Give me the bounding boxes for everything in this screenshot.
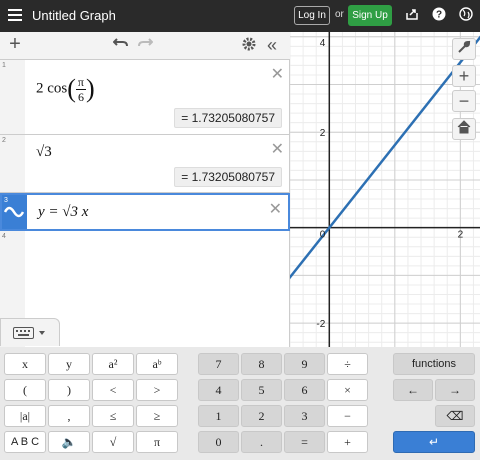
- y-key[interactable]: y: [48, 353, 90, 375]
- abs-key[interactable]: |a|: [4, 405, 46, 427]
- login-button[interactable]: Log In: [294, 6, 330, 25]
- zoom-in-button[interactable]: +: [452, 65, 476, 87]
- menu-icon[interactable]: [8, 9, 22, 21]
- svg-text:?: ?: [436, 10, 442, 21]
- redo-icon[interactable]: [136, 36, 154, 54]
- x-tick-label: 2: [458, 230, 464, 241]
- y-tick-label: -2: [316, 319, 325, 330]
- row-number: 3: [4, 197, 8, 204]
- keypad-key-2[interactable]: 9: [284, 353, 325, 375]
- keypad-key-8[interactable]: 1: [198, 405, 239, 427]
- top-bar: Untitled Graph Log In or Sign Up ?: [0, 0, 480, 32]
- keypad-key-10[interactable]: 3: [284, 405, 325, 427]
- a-power-key[interactable]: aᵇ: [136, 353, 178, 375]
- keypad-key-3[interactable]: ÷: [327, 353, 368, 375]
- keypad-key-13[interactable]: .: [241, 431, 282, 453]
- backspace-key[interactable]: ⌫: [435, 405, 475, 427]
- keypad-key-14[interactable]: =: [284, 431, 325, 453]
- keypad-key-7[interactable]: ×: [327, 379, 368, 401]
- keypad-key-0[interactable]: 7: [198, 353, 239, 375]
- pi-key[interactable]: π: [136, 431, 178, 453]
- wrench-icon[interactable]: [452, 38, 476, 60]
- comma-key[interactable]: ,: [48, 405, 90, 427]
- row-gutter: 1: [0, 60, 25, 134]
- keypad-key-6[interactable]: 6: [284, 379, 325, 401]
- keyboard-toggle-button[interactable]: [0, 318, 60, 346]
- row-number: 2: [2, 137, 6, 144]
- left-paren-key[interactable]: (: [4, 379, 46, 401]
- row-number: 4: [2, 233, 6, 240]
- zoom-out-button[interactable]: −: [452, 90, 476, 112]
- right-arrow-key[interactable]: →: [435, 379, 475, 401]
- graph-style-icon[interactable]: [4, 204, 24, 220]
- expression-math[interactable]: y = √3 x: [38, 204, 88, 221]
- help-icon[interactable]: ?: [431, 7, 447, 23]
- signup-button[interactable]: Sign Up: [348, 5, 392, 26]
- expression-math[interactable]: 2 cos(π 6): [36, 74, 95, 104]
- x-tick-label: 0: [320, 230, 326, 241]
- row-gutter: 2: [0, 135, 25, 192]
- x-key[interactable]: x: [4, 353, 46, 375]
- greater-equal-key[interactable]: ≥: [136, 405, 178, 427]
- or-label: or: [335, 9, 344, 20]
- keypad-key-11[interactable]: −: [327, 405, 368, 427]
- keypad-key-5[interactable]: 5: [241, 379, 282, 401]
- left-arrow-key[interactable]: ←: [393, 379, 433, 401]
- greater-than-key[interactable]: >: [136, 379, 178, 401]
- keypad-key-12[interactable]: 0: [198, 431, 239, 453]
- sqrt-key[interactable]: √: [92, 431, 134, 453]
- expression-row[interactable]: 1 2 cos(π 6) ✕ = 1.73205080757: [0, 60, 290, 135]
- globe-icon[interactable]: [458, 7, 474, 23]
- undo-icon[interactable]: [112, 36, 130, 54]
- evaluation-result: = 1.73205080757: [174, 108, 282, 128]
- y-tick-label: 2: [320, 128, 326, 139]
- add-item-icon[interactable]: +: [6, 34, 24, 54]
- keypad-key-4[interactable]: 4: [198, 379, 239, 401]
- a-squared-key[interactable]: a²: [92, 353, 134, 375]
- settings-gear-icon[interactable]: [240, 36, 258, 54]
- delete-expression-icon[interactable]: ✕: [269, 199, 282, 219]
- less-than-key[interactable]: <: [92, 379, 134, 401]
- audio-key[interactable]: 🔈: [48, 431, 90, 453]
- graph-title[interactable]: Untitled Graph: [32, 8, 116, 23]
- expression-row-active[interactable]: 3 y = √3 x ✕: [0, 193, 290, 231]
- share-icon[interactable]: [404, 7, 420, 23]
- keypad-key-9[interactable]: 2: [241, 405, 282, 427]
- functions-key[interactable]: functions: [393, 353, 475, 375]
- y-tick-label: 4: [320, 38, 326, 49]
- right-paren-key[interactable]: ): [48, 379, 90, 401]
- keypad-key-1[interactable]: 8: [241, 353, 282, 375]
- math-keypad: x y a² aᵇ () < > |a|, ≤ ≥ A B C 🔈 √ π 7 8 9 ÷ 4 5 6 × 1 2 3− 0. =…: [0, 347, 480, 460]
- expression-row[interactable]: 2 √3 ✕ = 1.73205080757: [0, 135, 290, 193]
- expression-list: + « 1 2 cos(π 6) ✕ = 1.73205080757 2 √3 ✕…: [0, 32, 290, 347]
- enter-key[interactable]: ↵: [393, 431, 475, 453]
- collapse-panel-icon[interactable]: «: [263, 36, 281, 54]
- delete-expression-icon[interactable]: ✕: [271, 64, 284, 84]
- expression-toolbar: + «: [0, 32, 290, 60]
- expression-math[interactable]: √3: [36, 144, 52, 161]
- row-number: 1: [2, 62, 6, 69]
- abc-key[interactable]: A B C: [4, 431, 46, 453]
- less-equal-key[interactable]: ≤: [92, 405, 134, 427]
- keyboard-icon: [13, 327, 45, 339]
- keypad-key-15[interactable]: +: [327, 431, 368, 453]
- home-icon[interactable]: [452, 118, 476, 140]
- delete-expression-icon[interactable]: ✕: [271, 139, 284, 159]
- evaluation-result: = 1.73205080757: [174, 167, 282, 187]
- row-gutter: 3: [2, 195, 27, 229]
